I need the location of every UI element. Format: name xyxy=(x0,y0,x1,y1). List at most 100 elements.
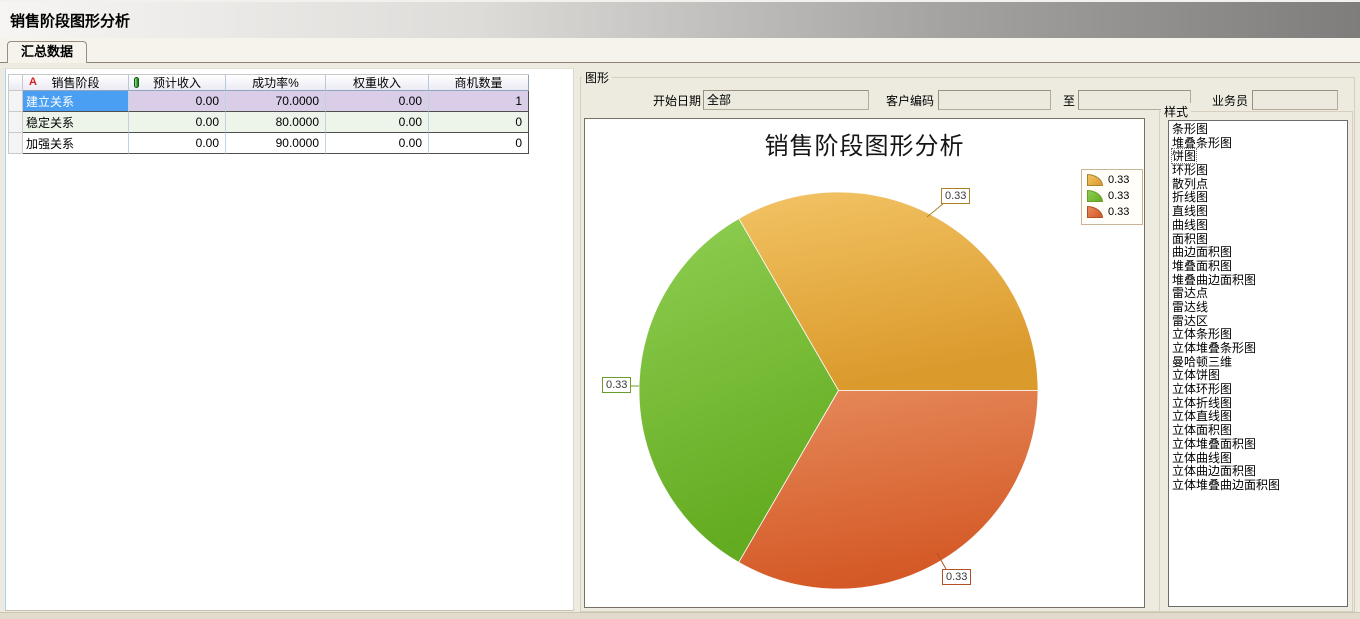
style-list-item-label: 堆叠面积图 xyxy=(1172,259,1232,273)
style-list-item[interactable]: 折线图 xyxy=(1172,191,1347,205)
row-selector[interactable] xyxy=(9,112,23,133)
pie-slice-label: 0.33 xyxy=(941,188,970,204)
legend-swatch-icon xyxy=(1087,174,1103,186)
legend-item: 0.33 xyxy=(1087,190,1138,202)
style-list-item-label: 立体曲线图 xyxy=(1172,451,1232,465)
column-header-expected-income[interactable]: 预计收入 xyxy=(129,75,226,91)
style-listbox[interactable]: 条形图堆叠条形图饼图环形图散列点折线图直线图曲线图面积图曲边面积图堆叠面积图堆叠… xyxy=(1168,120,1348,607)
pie-label-leader xyxy=(927,203,944,217)
style-list-item-label: 环形图 xyxy=(1172,163,1208,177)
style-list-item[interactable]: 立体饼图 xyxy=(1172,369,1347,383)
table-cell-stage[interactable]: 加强关系 xyxy=(23,133,129,154)
style-list-item-label: 立体曲边面积图 xyxy=(1172,464,1256,478)
row-selector[interactable] xyxy=(9,133,23,154)
table-cell-success-rate[interactable]: 80.0000 xyxy=(226,112,326,133)
pie-slice-label: 0.33 xyxy=(942,569,971,585)
style-list-item[interactable]: 直线图 xyxy=(1172,205,1347,219)
window: 销售阶段图形分析 汇总数据 A 销售阶段 预计收入 成功率% xyxy=(0,0,1360,619)
table-cell-opportunity-count[interactable]: 0 xyxy=(429,112,529,133)
to-label: 至 xyxy=(1061,93,1075,109)
tab-summary-data[interactable]: 汇总数据 xyxy=(7,41,87,63)
table-body: 建立关系 0.00 70.0000 0.00 1 稳定关系 0.00 80.00… xyxy=(9,91,529,154)
style-list-item[interactable]: 立体堆叠面积图 xyxy=(1172,438,1347,452)
style-list-item-label: 立体条形图 xyxy=(1172,327,1232,341)
style-list-item[interactable]: 面积图 xyxy=(1172,233,1347,247)
style-list-item[interactable]: 堆叠面积图 xyxy=(1172,260,1347,274)
column-header-opportunity-count[interactable]: 商机数量 xyxy=(429,75,529,91)
style-list-item-label: 立体堆叠面积图 xyxy=(1172,437,1256,451)
style-list-item-label: 条形图 xyxy=(1172,122,1208,136)
table-cell-expected-income[interactable]: 0.00 xyxy=(129,133,226,154)
style-list-item-label: 雷达区 xyxy=(1172,314,1208,328)
start-date-label: 开始日期 xyxy=(621,93,701,109)
table-cell-weighted-income[interactable]: 0.00 xyxy=(326,133,429,154)
table-cell-success-rate[interactable]: 90.0000 xyxy=(226,133,326,154)
style-list-item-label: 曼哈顿三维 xyxy=(1172,355,1232,369)
legend-swatch-icon xyxy=(1087,190,1103,202)
table-cell-stage[interactable]: 建立关系 xyxy=(23,91,129,112)
style-list-item[interactable]: 雷达线 xyxy=(1172,301,1347,315)
tab-strip: 汇总数据 xyxy=(0,38,1360,63)
style-list-item-label: 曲边面积图 xyxy=(1172,245,1232,259)
table-header-row: A 销售阶段 预计收入 成功率% 权重收入 商机数量 xyxy=(9,75,529,91)
style-list-item[interactable]: 雷达点 xyxy=(1172,287,1347,301)
graph-groupbox: 图形 开始日期 全部 客户编码 至 业务员 销售阶段图形分析 0.33 0.33… xyxy=(580,77,1355,612)
style-list-item-label: 立体堆叠曲边面积图 xyxy=(1172,478,1280,492)
style-list-item[interactable]: 立体条形图 xyxy=(1172,328,1347,342)
legend-item: 0.33 xyxy=(1087,174,1138,186)
summary-table: A 销售阶段 预计收入 成功率% 权重收入 商机数量 xyxy=(8,74,529,154)
style-list-item-label: 曲线图 xyxy=(1172,218,1208,232)
style-list-item[interactable]: 饼图 xyxy=(1172,150,1347,164)
table-cell-opportunity-count[interactable]: 0 xyxy=(429,133,529,154)
page-title: 销售阶段图形分析 xyxy=(10,10,130,31)
salesman-field[interactable] xyxy=(1252,90,1338,110)
style-list-item[interactable]: 环形图 xyxy=(1172,164,1347,178)
style-list-item[interactable]: 立体堆叠曲边面积图 xyxy=(1172,479,1347,493)
style-list-item-label: 面积图 xyxy=(1172,232,1208,246)
customer-code-field[interactable] xyxy=(938,90,1051,110)
pie-chart-svg xyxy=(585,119,1146,609)
style-list-item-label: 立体直线图 xyxy=(1172,409,1232,423)
table-cell-weighted-income[interactable]: 0.00 xyxy=(326,112,429,133)
legend-item: 0.33 xyxy=(1087,206,1138,218)
start-date-field[interactable]: 全部 xyxy=(703,90,869,110)
style-list-item[interactable]: 条形图 xyxy=(1172,123,1347,137)
style-list-item[interactable]: 立体环形图 xyxy=(1172,383,1347,397)
table-cell-success-rate[interactable]: 70.0000 xyxy=(226,91,326,112)
table-corner-cell xyxy=(9,75,23,91)
style-list-item-label: 雷达线 xyxy=(1172,300,1208,314)
legend-swatch-icon xyxy=(1087,206,1103,218)
style-list-item-label: 立体环形图 xyxy=(1172,382,1232,396)
style-list-item[interactable]: 堆叠曲边面积图 xyxy=(1172,274,1347,288)
style-list-item[interactable]: 曲边面积图 xyxy=(1172,246,1347,260)
style-list-item[interactable]: 堆叠条形图 xyxy=(1172,137,1347,151)
graph-group-label: 图形 xyxy=(582,69,612,86)
row-selector[interactable] xyxy=(9,91,23,112)
table-cell-weighted-income[interactable]: 0.00 xyxy=(326,91,429,112)
table-cell-stage[interactable]: 稳定关系 xyxy=(23,112,129,133)
style-group-label: 样式 xyxy=(1161,103,1191,120)
style-list-item-label: 堆叠曲边面积图 xyxy=(1172,273,1256,287)
table-row: 加强关系 0.00 90.0000 0.00 0 xyxy=(9,133,529,154)
chart-canvas: 销售阶段图形分析 0.33 0.33 0.33 0.33 0.33 0.33 xyxy=(584,118,1145,608)
table-cell-expected-income[interactable]: 0.00 xyxy=(129,112,226,133)
column-header-success-rate[interactable]: 成功率% xyxy=(226,75,326,91)
style-list-item-label: 堆叠条形图 xyxy=(1172,136,1232,150)
chart-title: 销售阶段图形分析 xyxy=(585,126,1144,161)
summary-panel: A 销售阶段 预计收入 成功率% 权重收入 商机数量 xyxy=(5,68,574,611)
style-list-item-label: 立体堆叠条形图 xyxy=(1172,341,1256,355)
column-header-stage[interactable]: A 销售阶段 xyxy=(23,75,129,91)
style-list-item-label: 雷达点 xyxy=(1172,286,1208,300)
table-cell-opportunity-count[interactable]: 1 xyxy=(429,91,529,112)
style-list-item[interactable]: 曲线图 xyxy=(1172,219,1347,233)
style-list-item[interactable]: 立体曲边面积图 xyxy=(1172,465,1347,479)
style-list-item[interactable]: 立体面积图 xyxy=(1172,424,1347,438)
table-row: 建立关系 0.00 70.0000 0.00 1 xyxy=(9,91,529,112)
style-list-item[interactable]: 立体堆叠条形图 xyxy=(1172,342,1347,356)
tab-label: 汇总数据 xyxy=(21,44,73,59)
style-list-item-label: 散列点 xyxy=(1172,177,1208,191)
salesman-label: 业务员 xyxy=(1210,93,1248,109)
table-cell-expected-income[interactable]: 0.00 xyxy=(129,91,226,112)
title-bar: 销售阶段图形分析 xyxy=(0,0,1360,38)
column-header-weighted-income[interactable]: 权重收入 xyxy=(326,75,429,91)
